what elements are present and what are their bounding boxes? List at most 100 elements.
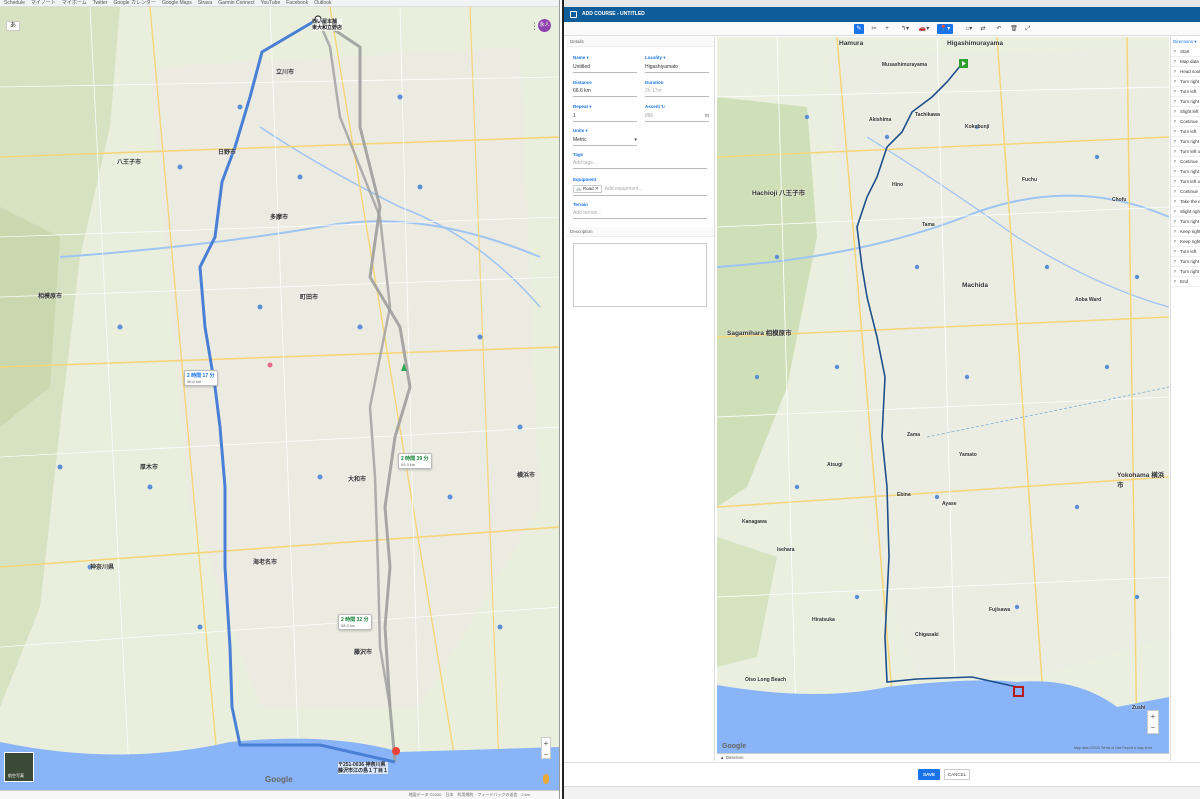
direction-step[interactable]: Turn right — [1171, 167, 1200, 177]
refresh-ascent-icon[interactable]: ↻ — [661, 104, 665, 109]
directions-header[interactable]: Directions ▾ — [1171, 37, 1200, 47]
bookmark-item[interactable]: Garmin Connect — [218, 0, 254, 6]
direction-step[interactable]: Turn right onto 中原街道 246号 — [1171, 217, 1200, 227]
route-mode-dropdown[interactable]: ↰▾ — [898, 24, 912, 34]
bookmark-item[interactable]: マイノート — [31, 0, 56, 6]
map-city-label: 相模原市 — [38, 294, 63, 300]
direction-step[interactable]: Turn left — [1171, 127, 1200, 137]
ascent-value: 880 — [645, 113, 654, 119]
direction-step[interactable]: Map data — [1171, 57, 1200, 67]
avatar[interactable]: 永人 — [538, 19, 551, 32]
map-attribution[interactable]: 地図データ ©2020 日本 利用規約 フィードバックの送信 2 km — [408, 792, 530, 798]
cancel-button[interactable]: CANCEL — [944, 769, 970, 780]
bookmark-item[interactable]: Twitter — [93, 0, 108, 6]
aerial-view-toggle[interactable]: 航空写真 — [4, 752, 34, 782]
course-map-zoom[interactable]: + − — [1147, 710, 1159, 734]
course-map-canvas — [717, 37, 1169, 753]
map-attribution[interactable]: Map data ©2020 Terms of Use Report a map… — [1074, 746, 1152, 750]
route-option-2-time: 2 時間 39 分 — [401, 456, 429, 462]
route-option-3[interactable]: 2 時間 32 分 58.3 km — [338, 614, 372, 630]
destination-label[interactable]: 〒251-0036 神奈川県 藤沢市江の島１丁目１ — [338, 762, 389, 774]
direction-step[interactable]: Continue — [1171, 187, 1200, 197]
google-logo: Google — [265, 775, 293, 784]
map-city-label: Isehara — [777, 547, 795, 553]
swap-direction-icon[interactable]: ⇄ — [978, 24, 988, 34]
direction-step[interactable]: Turn left onto 八王子 — [1171, 177, 1200, 187]
map-city-label: Yamato — [959, 452, 977, 458]
pin-mode-dropdown[interactable]: 📍▾ — [937, 24, 953, 34]
direction-step[interactable]: Turn left — [1171, 247, 1200, 257]
directions-list: StartMap dataHead south on 多摩湖自転車道Turn r… — [1171, 47, 1200, 287]
direction-step[interactable]: Turn right — [1171, 267, 1200, 277]
direction-step[interactable]: Continue — [1171, 117, 1200, 127]
bookmark-item[interactable]: マイホーム — [62, 0, 87, 6]
bookmark-item[interactable]: Facebook — [286, 0, 308, 6]
bookmark-item[interactable]: Google Maps — [162, 0, 192, 6]
vehicle-mode-dropdown[interactable]: 🚗▾ — [916, 24, 932, 34]
zoom-out-icon[interactable]: − — [542, 749, 550, 760]
bookmark-item[interactable]: Schedule — [4, 0, 25, 6]
input-mode-button[interactable]: あ — [6, 21, 20, 31]
map-city-label: Kanagawa — [742, 519, 767, 525]
zoom-out-icon[interactable]: − — [1148, 722, 1158, 733]
map-city-label: 藤沢市 — [354, 650, 373, 656]
direction-label: Direction — [725, 755, 744, 760]
undo-icon[interactable]: ↶ — [994, 24, 1004, 34]
street-view-pegman-icon[interactable] — [543, 774, 549, 784]
map-city-label: 横浜市 — [517, 473, 536, 479]
expand-icon[interactable]: ⤢ — [1023, 24, 1033, 34]
add-point-icon[interactable]: + — [882, 24, 892, 34]
route-option-1[interactable]: 2 時間 17 分 66.6 km — [184, 370, 218, 386]
chevron-down-icon: ▾ — [634, 137, 637, 143]
terrain-input[interactable]: Add terrain... — [573, 210, 707, 219]
description-textarea[interactable] — [573, 243, 707, 307]
delete-icon[interactable]: 🗑 — [1009, 24, 1019, 34]
direction-step[interactable]: End — [1171, 277, 1200, 287]
tags-input[interactable]: Add tags... — [573, 160, 707, 169]
direction-step[interactable]: Keep right — [1171, 237, 1200, 247]
direction-step[interactable]: Slight left — [1171, 107, 1200, 117]
direction-step[interactable]: Keep right — [1171, 227, 1200, 237]
route-option-2[interactable]: 2 時間 39 分 59.3 km — [398, 453, 432, 469]
equipment-input[interactable]: 🚲 Road ✕ Add equipment... — [573, 185, 707, 196]
scissors-icon[interactable]: ✂ — [869, 24, 879, 34]
direction-step[interactable]: Turn right — [1171, 137, 1200, 147]
direction-step[interactable]: Turn right — [1171, 97, 1200, 107]
course-map[interactable]: Hamura Higashimurayama Musashimurayama A… — [717, 37, 1169, 753]
ascent-input[interactable]: 880 m — [645, 113, 709, 122]
zoom-in-icon[interactable]: + — [1148, 711, 1158, 722]
bookmark-item[interactable]: Strava — [198, 0, 212, 6]
direction-toggle[interactable]: ▲ Direction — [717, 753, 1169, 761]
locality-input[interactable]: Higashiyamato — [645, 64, 709, 73]
description-header: Description — [567, 227, 714, 237]
origin-label[interactable]: 西い屋本舗 東大和立野店 — [312, 19, 343, 31]
map-city-label: Aoba Ward — [1075, 297, 1102, 303]
direction-step[interactable]: Take the exit toward Express — [1171, 197, 1200, 207]
home-dropdown[interactable]: ⌂▾ — [962, 24, 976, 34]
save-button[interactable]: SAVE — [918, 769, 940, 780]
map-city-label: 多摩市 — [270, 215, 289, 221]
direction-step[interactable]: Start — [1171, 47, 1200, 57]
direction-step[interactable]: Turn left — [1171, 87, 1200, 97]
name-input[interactable]: Untitled — [573, 64, 637, 73]
units-select[interactable]: Metric ▾ — [573, 137, 637, 146]
zoom-in-icon[interactable]: + — [542, 738, 550, 749]
direction-step[interactable]: Head south on 多摩湖自転車道 — [1171, 67, 1200, 77]
direction-step[interactable]: Turn left onto 都道 — [1171, 147, 1200, 157]
bookmark-item[interactable]: Outlook — [314, 0, 331, 6]
map-city-label: 日野市 — [218, 150, 237, 156]
direction-step[interactable]: Turn right onto 芋窪街道 — [1171, 77, 1200, 87]
bookmark-item[interactable]: Google カレンダー — [113, 0, 156, 6]
duration-input[interactable]: 2h 17m — [645, 88, 709, 97]
ascent-label: Ascent ↻ — [645, 104, 709, 110]
zoom-control[interactable]: + − — [541, 737, 551, 759]
equipment-chip[interactable]: 🚲 Road ✕ — [573, 185, 602, 193]
map-city-label: Hiratsuka — [812, 617, 835, 623]
direction-step[interactable]: Slight right — [1171, 207, 1200, 217]
draw-pencil-icon[interactable]: ✎ — [854, 24, 864, 34]
direction-step[interactable]: Turn right onto 国道 — [1171, 257, 1200, 267]
direction-step[interactable]: Continue — [1171, 157, 1200, 167]
google-map[interactable]: 西い屋本舗 東大和立野店 〒251-0036 神奈川県 藤沢市江の島１丁目１ 2… — [0, 7, 559, 790]
repeat-input[interactable]: 1 — [573, 113, 637, 122]
bookmark-item[interactable]: YouTube — [261, 0, 281, 6]
